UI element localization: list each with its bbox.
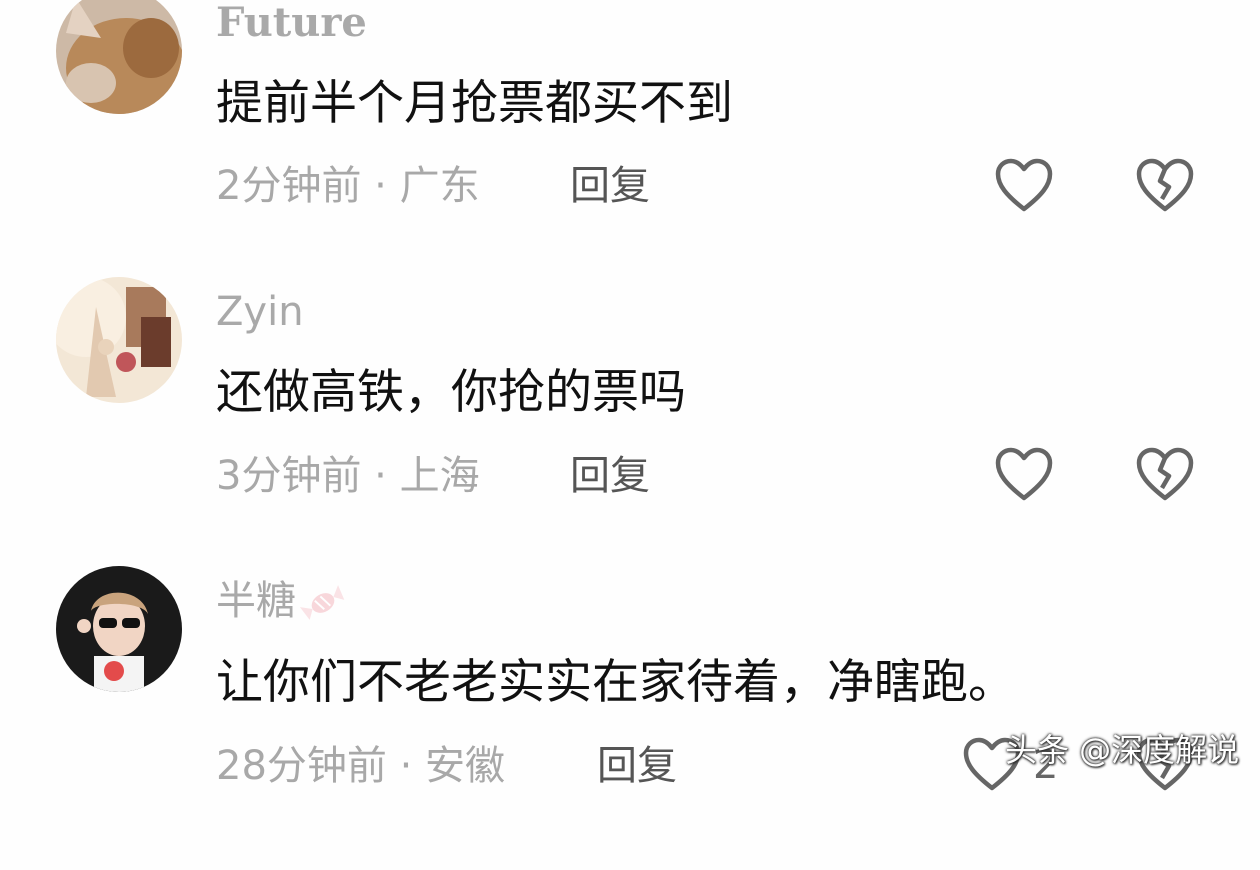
comment-text: 提前半个月抢票都买不到 [216, 76, 733, 131]
comment-meta: 28分钟前 · 安徽 [216, 743, 506, 789]
username-text: 半糖 [216, 578, 296, 624]
candy-icon [298, 581, 348, 625]
comment-item: Future 提前半个月抢票都买不到 2分钟前 · 广东 回复 [0, 0, 1260, 290]
reply-button[interactable]: 回复 [570, 452, 650, 500]
comment-text: 还做高铁，你抢的票吗 [216, 365, 686, 420]
comment-item: Zyin 还做高铁，你抢的票吗 3分钟前 · 上海 回复 [0, 277, 1260, 580]
username[interactable]: Zyin [216, 290, 304, 334]
reply-button[interactable]: 回复 [570, 162, 650, 210]
avatar[interactable] [56, 566, 182, 692]
comment-meta: 2分钟前 · 广东 [216, 163, 480, 209]
heart-outline-icon[interactable] [994, 446, 1054, 502]
broken-heart-icon[interactable] [1135, 446, 1195, 502]
username[interactable]: 半糖 [216, 579, 348, 625]
reply-button[interactable]: 回复 [597, 742, 677, 790]
username[interactable]: Future [216, 1, 367, 45]
avatar[interactable] [56, 0, 182, 114]
comment-meta: 3分钟前 · 上海 [216, 453, 480, 499]
heart-outline-icon[interactable] [994, 157, 1054, 213]
avatar[interactable] [56, 277, 182, 403]
watermark: 头条 @深度解说 [1005, 731, 1240, 769]
broken-heart-icon[interactable] [1135, 157, 1195, 213]
comment-text: 让你们不老老实实在家待着，净瞎跑。 [216, 655, 1015, 710]
